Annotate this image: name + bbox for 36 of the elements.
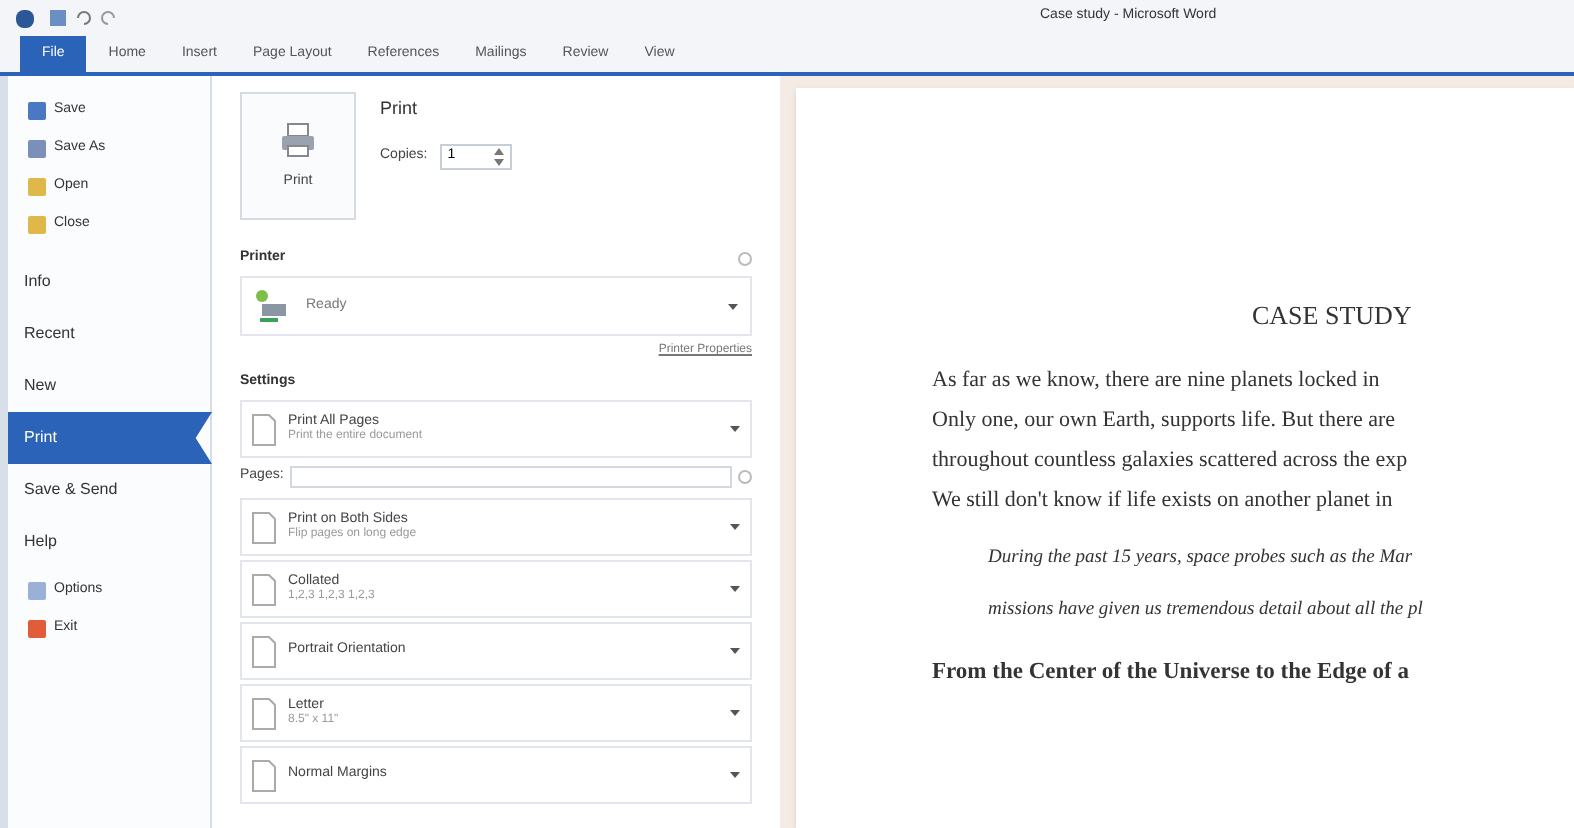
dropdown-caret-icon xyxy=(730,710,740,716)
sidebar-item[interactable]: Recent xyxy=(8,308,210,360)
page-icon xyxy=(252,511,276,543)
sidebar-item[interactable]: New xyxy=(8,360,210,412)
print-heading: Print xyxy=(380,96,420,122)
quote-line: During the past 15 years, space probes such as the Mar xyxy=(988,545,1415,571)
quote-line: missions have given us tremendous detail about all the pl xyxy=(988,597,1425,623)
dropdown-caret-icon xyxy=(730,648,740,654)
undo-icon[interactable] xyxy=(74,10,92,26)
section-heading: From the Center of the Universe to the Edge of a xyxy=(932,657,1411,687)
sidebar-item[interactable]: Print xyxy=(8,412,212,464)
dropdown-caret-icon xyxy=(730,772,740,778)
document-title: CASE STUDY xyxy=(1252,298,1414,334)
sidebar-item[interactable]: Save & Send xyxy=(8,464,210,516)
spinner-arrows-icon[interactable] xyxy=(493,147,504,165)
paragraph-line: throughout countless galaxies scattered across the exp xyxy=(932,445,1410,475)
dropdown-caret-icon xyxy=(730,426,740,432)
sidebar-item[interactable]: Help xyxy=(8,516,210,568)
page-icon xyxy=(252,697,276,729)
page-icon xyxy=(252,635,276,667)
paragraph-line: As far as we know, there are nine planets locked in xyxy=(932,365,1382,395)
printer-icon xyxy=(278,119,318,160)
page-icon xyxy=(252,573,276,605)
info-icon[interactable] xyxy=(738,469,752,483)
paragraph-line: Only one, our own Earth, supports life. But there are xyxy=(932,405,1398,435)
sidebar-item[interactable]: Info xyxy=(8,256,210,308)
info-icon[interactable] xyxy=(738,251,752,265)
page-icon xyxy=(252,759,276,791)
printer-icon xyxy=(254,288,290,324)
page-icon xyxy=(252,413,276,445)
dropdown-caret-icon xyxy=(730,524,740,530)
dropdown-caret-icon xyxy=(730,586,740,592)
pages-field[interactable] xyxy=(289,465,732,487)
redo-icon[interactable] xyxy=(100,10,118,26)
paragraph-line: We still don't know if life exists on another planet in xyxy=(932,485,1395,515)
dropdown-caret-icon xyxy=(728,303,738,309)
